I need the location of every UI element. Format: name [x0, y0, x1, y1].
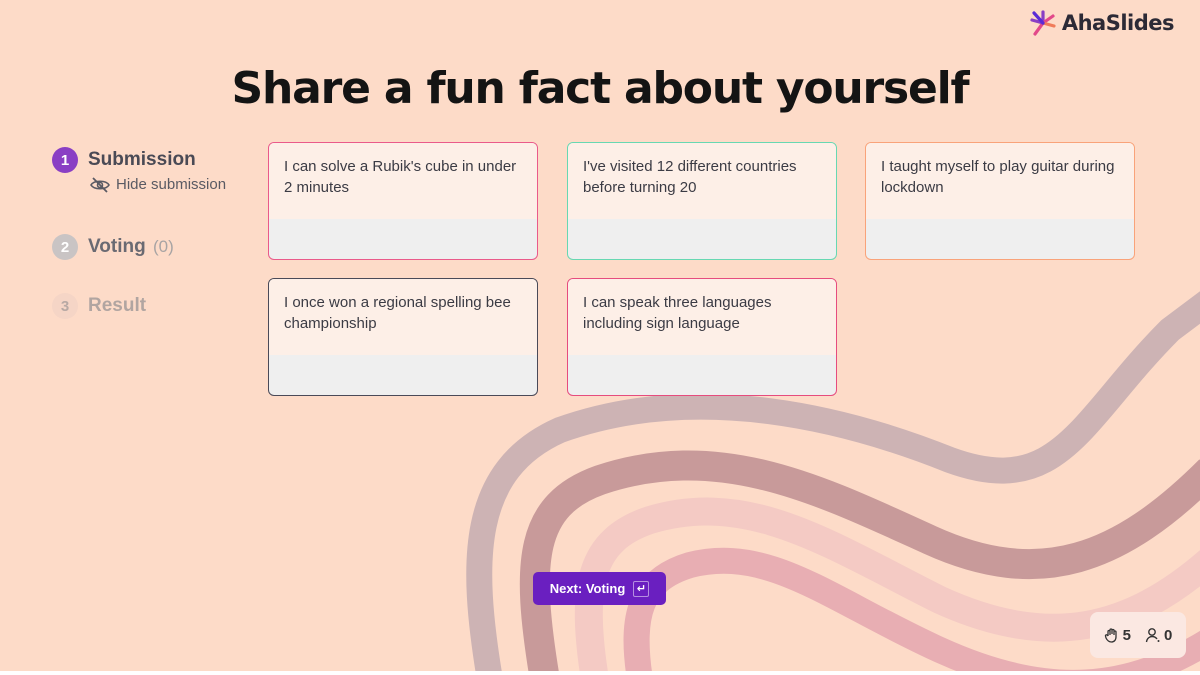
step-list: 1 Submission Hide submission 2 Voting (0… — [52, 146, 226, 320]
hide-submission-toggle[interactable]: Hide submission — [90, 176, 226, 193]
step-number: 3 — [52, 293, 78, 319]
vote-count: (0) — [152, 237, 174, 256]
reaction-stat[interactable]: 5 — [1104, 627, 1131, 644]
step-label-text: Voting — [88, 236, 146, 257]
step-result[interactable]: 3 Result — [52, 292, 226, 320]
step-label: Voting (0) — [88, 236, 174, 258]
eye-slash-icon — [90, 176, 110, 193]
hand-raise-icon — [1104, 628, 1117, 643]
next-voting-button[interactable]: Next: Voting ↵ — [533, 572, 666, 605]
audience-stats: 5 0 — [1090, 612, 1186, 658]
submission-card[interactable]: I can solve a Rubik's cube in under 2 mi… — [268, 142, 538, 260]
step-label: Result — [88, 295, 147, 316]
submission-text: I taught myself to play guitar during lo… — [881, 158, 1115, 196]
step-number: 1 — [52, 147, 78, 173]
brand-name: AhaSlides — [1061, 11, 1175, 35]
hide-submission-label: Hide submission — [116, 176, 227, 193]
step-voting[interactable]: 2 Voting (0) — [52, 233, 226, 261]
submission-card[interactable]: I've visited 12 different countries befo… — [567, 142, 837, 260]
page-title: Share a fun fact about yourself — [231, 63, 969, 114]
submission-text: I can speak three languages including si… — [583, 294, 772, 332]
submission-text: I've visited 12 different countries befo… — [583, 158, 797, 196]
ahaslides-logo-icon — [1030, 10, 1056, 36]
step-submission[interactable]: 1 Submission — [52, 146, 226, 174]
submission-card[interactable]: I taught myself to play guitar during lo… — [865, 142, 1135, 260]
enter-key-icon: ↵ — [633, 580, 650, 597]
step-label: Submission — [88, 149, 196, 170]
participant-count: 0 — [1164, 626, 1173, 644]
reaction-count: 5 — [1122, 626, 1131, 644]
user-icon — [1145, 628, 1160, 643]
brand-logo: AhaSlides — [1028, 8, 1175, 38]
participant-stat[interactable]: 0 — [1145, 627, 1172, 644]
next-button-label: Next: Voting — [549, 581, 626, 596]
submission-card[interactable]: I once won a regional spelling bee champ… — [268, 278, 538, 396]
bottom-strip — [0, 671, 1200, 675]
step-number: 2 — [52, 234, 78, 260]
submission-text: I can solve a Rubik's cube in under 2 mi… — [284, 158, 517, 196]
submission-text: I once won a regional spelling bee champ… — [284, 294, 511, 332]
submission-card[interactable]: I can speak three languages including si… — [567, 278, 837, 396]
